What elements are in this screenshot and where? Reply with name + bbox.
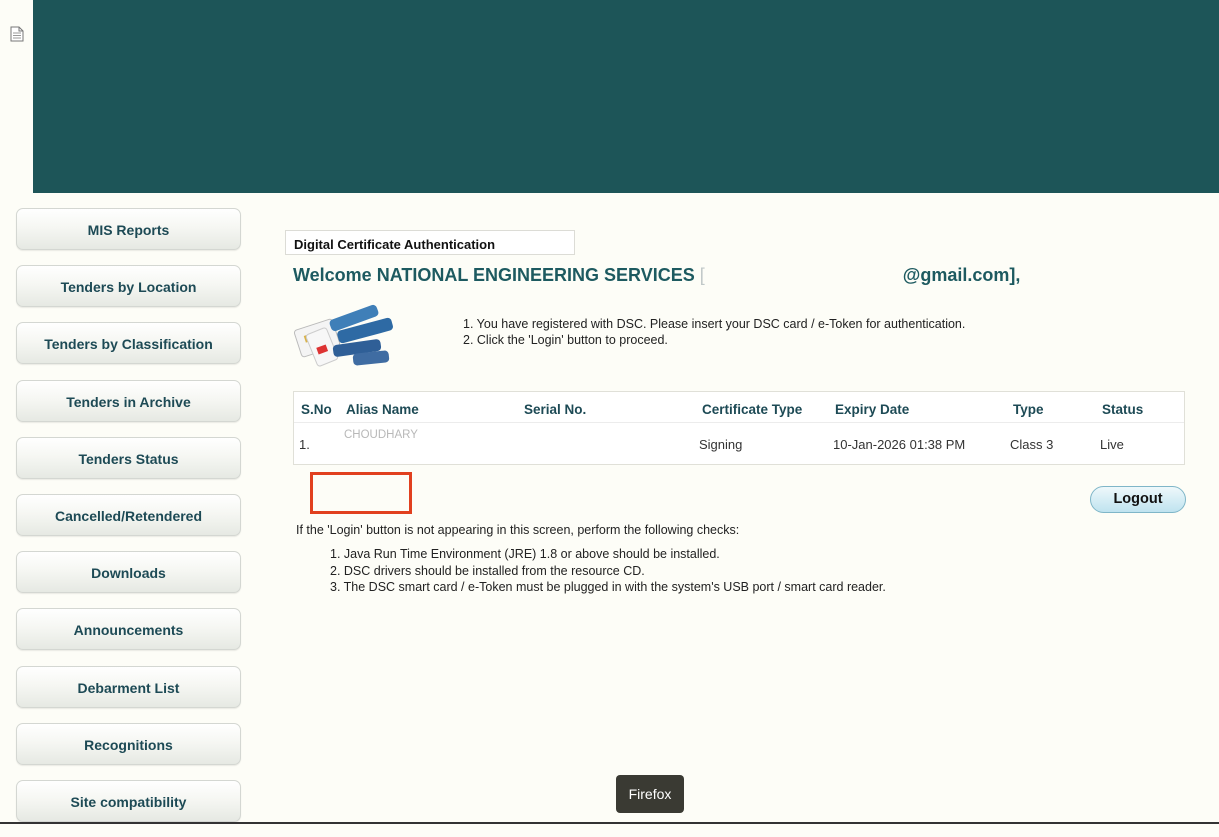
cell-type: Class 3 <box>1010 437 1054 452</box>
cell-sno: 1. <box>299 437 310 452</box>
column-header-expiry: Expiry Date <box>835 402 910 417</box>
dsc-token-image <box>293 304 393 367</box>
checks-list: 1. Java Run Time Environment (JRE) 1.8 o… <box>330 546 886 596</box>
sidebar-item-debarment-list[interactable]: Debarment List <box>16 665 241 708</box>
instruction-list: 1. You have registered with DSC. Please … <box>463 316 965 348</box>
sidebar-item-tenders-by-location[interactable]: Tenders by Location <box>16 265 241 308</box>
column-header-sno: S.No <box>301 402 332 417</box>
welcome-email-suffix: @gmail.com], <box>902 265 1021 285</box>
column-header-serial: Serial No. <box>524 402 587 417</box>
firefox-toast: Firefox <box>616 775 684 813</box>
instruction-item: 1. You have registered with DSC. Please … <box>463 317 966 331</box>
welcome-bracket: [ <box>699 265 705 285</box>
left-strip <box>0 0 34 193</box>
check-item: 3. The DSC smart card / e-Token must be … <box>330 580 886 594</box>
login-button-placeholder[interactable] <box>310 472 412 514</box>
checks-intro: If the 'Login' button is not appearing i… <box>296 523 740 537</box>
cell-status: Live <box>1100 437 1124 452</box>
sidebar-item-recognitions[interactable]: Recognitions <box>16 722 241 765</box>
column-header-alias: Alias Name <box>346 402 419 417</box>
column-header-cert-type: Certificate Type <box>702 402 803 417</box>
document-icon <box>10 26 24 42</box>
check-item: 1. Java Run Time Environment (JRE) 1.8 o… <box>330 547 720 561</box>
sidebar-item-site-compatibility[interactable]: Site compatibility <box>16 779 241 822</box>
column-header-status: Status <box>1102 402 1144 417</box>
sidebar-item-tenders-in-archive[interactable]: Tenders in Archive <box>16 379 241 422</box>
section-title: Digital Certificate Authentication <box>285 230 575 255</box>
sidebar-item-tenders-status[interactable]: Tenders Status <box>16 436 241 479</box>
table-divider <box>294 422 1184 423</box>
check-item: 2. DSC drivers should be installed from … <box>330 563 645 578</box>
sidebar-item-cancelled-retendered[interactable]: Cancelled/Retendered <box>16 493 241 536</box>
sidebar-item-mis-reports[interactable]: MIS Reports <box>16 208 241 250</box>
sidebar-item-downloads[interactable]: Downloads <box>16 551 241 594</box>
cell-cert-type: Signing <box>699 437 743 452</box>
welcome-prefix: Welcome NATIONAL ENGINEERING SERVICES <box>293 265 695 285</box>
sidebar-item-announcements[interactable]: Announcements <box>16 608 241 651</box>
column-header-type: Type <box>1013 402 1044 417</box>
sidebar: MIS Reports Tenders by Location Tenders … <box>16 208 241 837</box>
certificate-table: S.No Alias Name Serial No. Certificate T… <box>293 391 1185 465</box>
header-banner <box>33 0 1219 193</box>
cell-expiry: 10-Jan-2026 01:38 PM <box>833 437 966 452</box>
logout-button[interactable]: Logout <box>1090 486 1186 513</box>
welcome-message: Welcome NATIONAL ENGINEERING SERVICES [ @… <box>293 265 1020 286</box>
instruction-item: 2. Click the 'Login' button to proceed. <box>463 333 668 347</box>
cell-alias: CHOUDHARY <box>344 429 418 441</box>
sidebar-item-tenders-by-classification[interactable]: Tenders by Classification <box>16 322 241 365</box>
